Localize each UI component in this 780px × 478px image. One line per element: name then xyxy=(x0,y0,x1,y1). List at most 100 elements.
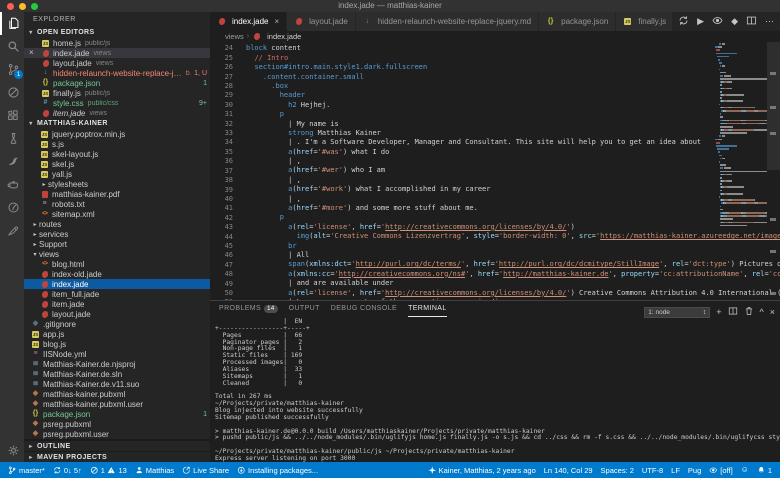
open-editor-index.jade[interactable]: × index.jade views xyxy=(24,48,210,58)
activity-draw-extension-icon[interactable] xyxy=(0,219,24,242)
sync-icon[interactable] xyxy=(678,15,689,28)
code-editor[interactable]: 2324252627282930313233343536373839404142… xyxy=(210,42,780,300)
tree-item-skel-layout.js[interactable]: JS skel-layout.js xyxy=(24,149,210,159)
tree-item-matthias-kainer.pdf[interactable]: matthias-kainer.pdf xyxy=(24,189,210,199)
split-terminal-icon[interactable] xyxy=(728,303,738,321)
status-problems[interactable]: 1 13 xyxy=(86,462,131,478)
tree-item-s.js[interactable]: JS s.js xyxy=(24,139,210,149)
activity-compass-extension-icon[interactable] xyxy=(0,196,24,219)
status-language-mode[interactable]: Pug xyxy=(684,462,705,478)
tree-item-index.jade[interactable]: index.jade xyxy=(24,279,210,289)
tree-item-layout.jade[interactable]: layout.jade xyxy=(24,309,210,319)
status-git-branch[interactable]: master* xyxy=(4,462,49,478)
tab-package.json[interactable]: {} package.json xyxy=(539,12,617,31)
kill-terminal-icon[interactable] xyxy=(744,303,754,321)
tree-item-index-old.jade[interactable]: index-old.jade xyxy=(24,269,210,279)
status-cursor-position[interactable]: Ln 140, Col 29 xyxy=(540,462,597,478)
breadcrumb-folder[interactable]: views xyxy=(225,32,244,41)
tree-item-blog.html[interactable]: <> blog.html xyxy=(24,259,210,269)
close-tab-icon[interactable]: × xyxy=(274,17,279,26)
open-editor-package.json[interactable]: {} package.json 1 xyxy=(24,78,210,88)
tree-item-Support[interactable]: ▸ Support xyxy=(24,239,210,249)
window-controls[interactable] xyxy=(7,2,38,10)
tree-item-routes[interactable]: ▸ routes xyxy=(24,219,210,229)
close-window-button[interactable] xyxy=(7,2,14,10)
status-indentation[interactable]: Spaces: 2 xyxy=(597,462,638,478)
status-feedback-smiley[interactable]: ☺ xyxy=(737,462,753,478)
tree-item-psreg.pubxml.user[interactable]: ◆ psreg.pubxml.user xyxy=(24,429,210,439)
open-editors-header[interactable]: ▾ OPEN EDITORS xyxy=(24,27,210,38)
minimize-window-button[interactable] xyxy=(19,2,26,10)
open-editor-home.js[interactable]: JS home.js public/js xyxy=(24,38,210,48)
status-eol[interactable]: LF xyxy=(667,462,684,478)
activity-debug-icon[interactable] xyxy=(0,81,24,104)
open-editor-style.css[interactable]: # style.css public/css 9+ xyxy=(24,98,210,108)
tree-item-blog.js[interactable]: JS blog.js xyxy=(24,339,210,349)
minimap[interactable] xyxy=(715,43,767,228)
tab-layout.jade[interactable]: layout.jade xyxy=(287,12,356,31)
tree-item-sitemap.xml[interactable]: <> sitemap.xml xyxy=(24,209,210,219)
activity-search-icon[interactable] xyxy=(0,35,24,58)
section-maven-projects[interactable]: ▸ MAVEN PROJECTS xyxy=(24,451,210,462)
status-live-share[interactable]: Live Share xyxy=(178,462,233,478)
status-sync[interactable]: 0↓ 5↑ xyxy=(49,462,86,478)
tree-item-stylesheets[interactable]: ▸ stylesheets xyxy=(24,179,210,189)
panel-tab-terminal[interactable]: TERMINAL xyxy=(408,301,447,317)
open-editor-layout.jade[interactable]: layout.jade views xyxy=(24,58,210,68)
status-notifications-bell[interactable]: 1 xyxy=(753,462,776,478)
activity-extensions-icon[interactable] xyxy=(0,104,24,127)
tree-item-views[interactable]: ▾ views xyxy=(24,249,210,259)
status-gitlens-blame[interactable]: Kainer, Matthias, 2 years ago xyxy=(424,462,540,478)
tree-item-package.json[interactable]: {} package.json 1 xyxy=(24,409,210,419)
workspace-folder-header[interactable]: ▾ MATTHIAS-KAINER xyxy=(24,118,210,129)
close-panel-icon[interactable]: × xyxy=(770,307,775,317)
section-outline[interactable]: ▸ OUTLINE xyxy=(24,440,210,451)
tree-item-item_full.jade[interactable]: item_full.jade xyxy=(24,289,210,299)
tree-item-matthias-kainer.pubxml[interactable]: ◆ matthias-kainer.pubxml xyxy=(24,389,210,399)
terminal-select[interactable]: 1: node ↕ xyxy=(644,306,711,318)
tree-item-IISNode.yml[interactable]: ≡ IISNode.yml xyxy=(24,349,210,359)
open-editor-finally.js[interactable]: JS finally.js public/js xyxy=(24,88,210,98)
tree-item-skel.js[interactable]: JS skel.js xyxy=(24,159,210,169)
terminal-output[interactable]: | EN +-----------------+-----+ Pages | 66… xyxy=(210,317,780,462)
open-preview-icon[interactable] xyxy=(712,15,723,28)
tree-item-robots.txt[interactable]: ≡ robots.txt xyxy=(24,199,210,209)
panel-tab-debug-console[interactable]: DEBUG CONSOLE xyxy=(331,301,397,317)
tree-item-item.jade[interactable]: item.jade xyxy=(24,299,210,309)
tree-item-psreg.pubxml[interactable]: ◆ psreg.pubxml xyxy=(24,419,210,429)
code-content[interactable]: span contentblock content // Intro secti… xyxy=(246,42,780,300)
tree-item-.gitignore[interactable]: ◈ .gitignore xyxy=(24,319,210,329)
new-terminal-icon[interactable]: + xyxy=(716,307,721,317)
zoom-window-button[interactable] xyxy=(31,2,38,10)
maximize-panel-icon[interactable]: ^ xyxy=(760,307,764,317)
panel-tab-problems[interactable]: PROBLEMS 14 xyxy=(219,301,278,317)
tree-item-yall.js[interactable]: JS yall.js xyxy=(24,169,210,179)
more-actions-icon[interactable]: ⋯ xyxy=(765,16,774,27)
breadcrumb[interactable]: views › index.jade xyxy=(210,31,780,42)
activity-teapot-extension-icon[interactable] xyxy=(0,173,24,196)
tree-item-matthias-kainer.pubxml.user[interactable]: ◆ matthias-kainer.pubxml.user xyxy=(24,399,210,409)
tab-index.jade[interactable]: index.jade × xyxy=(210,12,288,31)
tree-item-app.js[interactable]: JS app.js xyxy=(24,329,210,339)
panel-tab-output[interactable]: OUTPUT xyxy=(289,301,320,317)
overview-ruler[interactable] xyxy=(767,42,780,300)
open-editor-item.jade[interactable]: item.jade views xyxy=(24,108,210,118)
activity-bird-extension-icon[interactable] xyxy=(0,150,24,173)
status-encoding[interactable]: UTF-8 xyxy=(638,462,667,478)
tree-item-Matthias-Kainer.de.njsproj[interactable]: ≣ Matthias-Kainer.de.njsproj xyxy=(24,359,210,369)
open-editor-hidden-relaunch-website-replace-jquery.md[interactable]: ↓ hidden-relaunch-website-replace-jquery.… xyxy=(24,68,210,78)
status-installing[interactable]: Installing packages... xyxy=(233,462,322,478)
tree-item-Matthias-Kainer.de.sln[interactable]: ≣ Matthias-Kainer.de.sln xyxy=(24,369,210,379)
run-icon[interactable]: ▶ xyxy=(697,16,704,27)
close-editor-icon[interactable]: × xyxy=(29,48,34,58)
status-account[interactable]: Matthias xyxy=(131,462,178,478)
activity-test-beaker-icon[interactable] xyxy=(0,127,24,150)
split-editor-icon[interactable] xyxy=(746,15,757,28)
tree-item-jquery.poptrox.min.js[interactable]: JS jquery.poptrox.min.js xyxy=(24,129,210,139)
tree-item-Matthias-Kainer.de.v11.suo[interactable]: ≣ Matthias-Kainer.de.v11.suo xyxy=(24,379,210,389)
tab-hidden-relaunch-website-replace-jquery.md[interactable]: ↓ hidden-relaunch-website-replace-jquery.… xyxy=(355,12,540,31)
status-review-mode[interactable]: [off] xyxy=(705,462,736,478)
tab-finally.js[interactable]: JS finally.js xyxy=(616,12,675,31)
tree-item-services[interactable]: ▸ services xyxy=(24,229,210,239)
beautify-icon[interactable]: ◆ xyxy=(731,16,738,27)
